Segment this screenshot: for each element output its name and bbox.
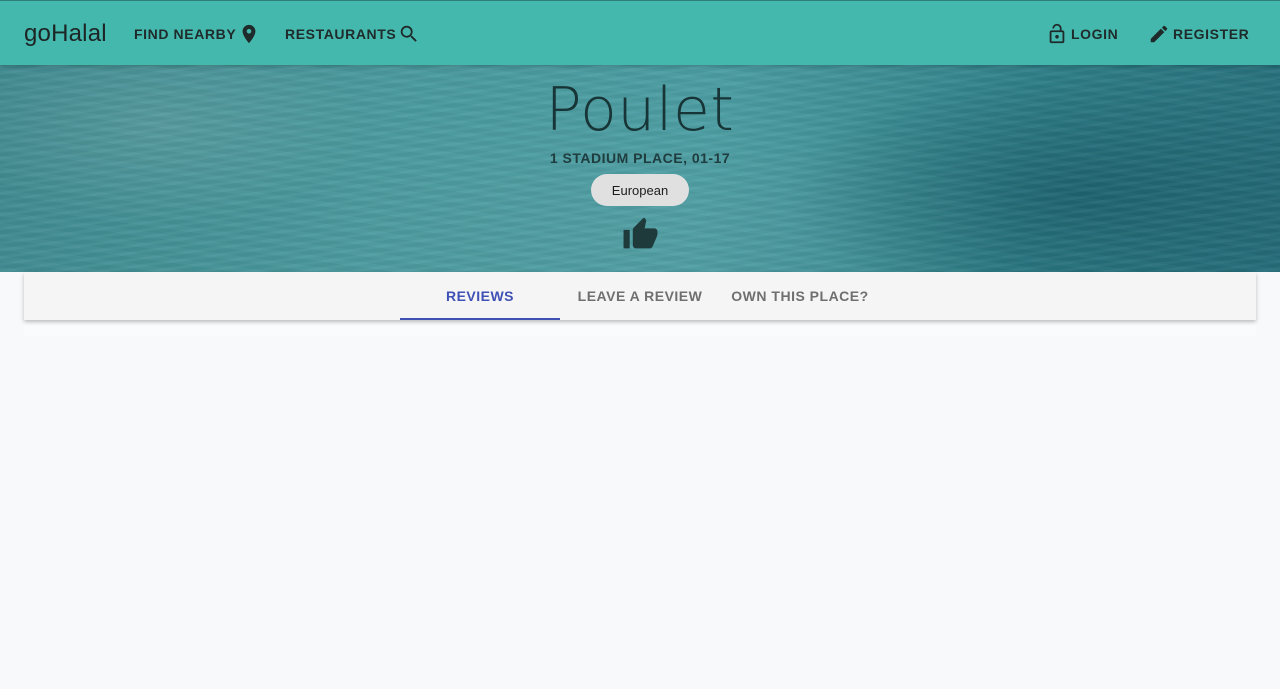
app-bar: goHalal FIND NEARBY RESTAURANTS LOGIN RE… bbox=[0, 0, 1280, 65]
tab-reviews[interactable]: REVIEWS bbox=[400, 272, 560, 320]
pencil-icon bbox=[1150, 25, 1168, 42]
cuisine-chip: European bbox=[591, 174, 689, 206]
find-nearby-button[interactable]: FIND NEARBY bbox=[134, 1, 260, 66]
lock-open-icon bbox=[1049, 23, 1065, 43]
restaurant-address: 1 STADIUM PLACE, 01-17 bbox=[549, 150, 731, 166]
restaurants-button[interactable]: RESTAURANTS bbox=[285, 1, 420, 66]
thumbs-up-icon bbox=[623, 217, 658, 249]
restaurant-hero: Poulet 1 STADIUM PLACE, 01-17 European bbox=[0, 65, 1280, 272]
find-nearby-label: FIND NEARBY bbox=[134, 25, 237, 42]
location-pin-icon bbox=[242, 24, 256, 43]
register-label: REGISTER bbox=[1173, 25, 1250, 42]
search-icon bbox=[401, 25, 418, 42]
tab-leave-a-review[interactable]: LEAVE A REVIEW bbox=[560, 272, 720, 320]
active-tab-indicator bbox=[400, 318, 560, 320]
login-label: LOGIN bbox=[1071, 25, 1119, 42]
login-button[interactable]: LOGIN bbox=[1046, 1, 1118, 66]
register-button[interactable]: REGISTER bbox=[1148, 1, 1249, 66]
restaurant-name: Poulet bbox=[545, 75, 735, 145]
tab-own-this-place[interactable]: OWN THIS PLACE? bbox=[720, 272, 880, 320]
like-button[interactable] bbox=[622, 216, 659, 253]
restaurant-tabs: REVIEWS LEAVE A REVIEW OWN THIS PLACE? bbox=[24, 272, 1256, 320]
reviews-panel bbox=[24, 320, 1256, 336]
brand-logo[interactable]: goHalal bbox=[24, 20, 107, 48]
restaurants-label: RESTAURANTS bbox=[285, 25, 397, 42]
